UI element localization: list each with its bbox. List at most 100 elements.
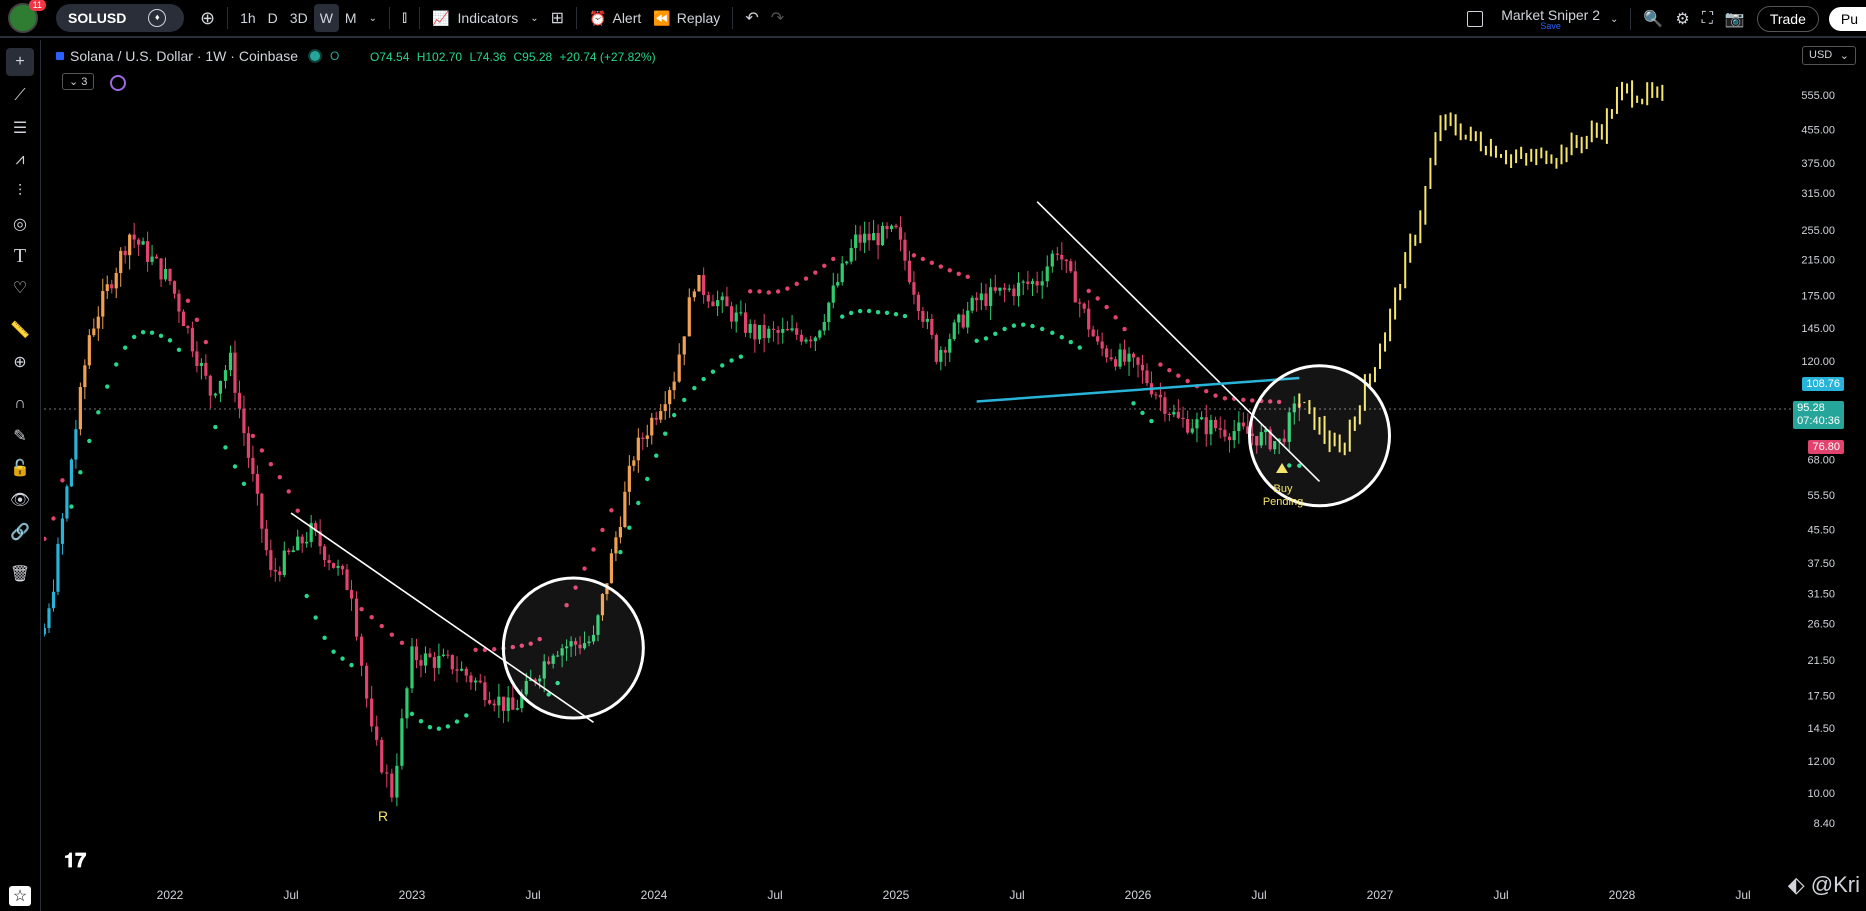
candle-body: [1064, 259, 1068, 262]
candle-body: [697, 275, 701, 292]
prediction-icon[interactable]: ⫶: [8, 180, 32, 204]
trend-dot: [600, 527, 605, 533]
trend-dot: [286, 489, 291, 494]
candle-body: [813, 337, 817, 342]
x-tick-label: Jul: [1735, 888, 1750, 902]
pattern-icon[interactable]: ⩘: [8, 148, 32, 172]
trend-dot: [775, 289, 781, 294]
trend-dot: [1176, 373, 1181, 378]
snapshot-icon[interactable]: 📷: [1719, 5, 1751, 33]
account-avatar[interactable]: 11: [8, 0, 46, 33]
indicators-button[interactable]: 📈 Indicators: [426, 4, 524, 32]
layout-checkbox-icon[interactable]: [1461, 5, 1489, 33]
candle-body: [979, 293, 983, 301]
candle-body: [359, 636, 364, 666]
candle-body: [1105, 348, 1109, 358]
timeframe-w[interactable]: W: [313, 4, 339, 32]
trend-dot: [609, 508, 614, 513]
candle-body: [105, 284, 109, 292]
candle-body: [1040, 281, 1044, 286]
candle-body: [145, 241, 150, 262]
publish-button[interactable]: Pu: [1828, 7, 1866, 31]
candle-body: [273, 569, 277, 572]
timeframe-1h[interactable]: 1h: [234, 4, 262, 32]
candle-body: [60, 518, 65, 544]
trend-dot: [1204, 388, 1209, 394]
symbol-favorite-icon[interactable]: ♦: [148, 9, 167, 27]
candle-body: [159, 258, 163, 280]
tradingview-logo[interactable]: 𝟏𝟕: [64, 850, 86, 873]
candle-body: [809, 339, 813, 342]
layout-dropdown-icon[interactable]: ⌄: [1604, 5, 1624, 33]
trend-dot: [1095, 296, 1100, 301]
candle-body: [405, 688, 409, 719]
trend-dot: [591, 547, 596, 552]
trend-dot: [1131, 401, 1136, 406]
candle-body: [208, 375, 212, 396]
trend-dot: [409, 711, 415, 717]
text-icon[interactable]: T: [8, 244, 32, 268]
lock-icon[interactable]: 🔓: [8, 456, 32, 480]
candle-body: [168, 269, 172, 282]
heart-icon[interactable]: ♡: [8, 276, 32, 300]
y-tick-label: 315.00: [1801, 188, 1835, 200]
candle-body: [618, 527, 622, 538]
crosshair-icon[interactable]: +: [6, 48, 34, 76]
alert-button[interactable]: ⏰ Alert: [583, 4, 647, 32]
link-icon[interactable]: 🔗: [8, 520, 32, 544]
candle-body: [706, 295, 710, 302]
chart-type-icon[interactable]: ⫾: [396, 4, 413, 32]
candle-body: [966, 310, 970, 328]
candle-body: [1232, 431, 1236, 441]
candle-body: [1204, 417, 1208, 435]
brush-icon[interactable]: ◎: [8, 212, 32, 236]
candle-body: [1127, 353, 1131, 362]
candle-body: [1082, 303, 1086, 309]
templates-icon[interactable]: ⊞: [545, 4, 570, 32]
candle-body: [395, 765, 399, 798]
settings-icon[interactable]: ⚙: [1669, 5, 1695, 33]
trend-dot: [1040, 326, 1045, 332]
zoom-in-icon[interactable]: ⊕: [8, 350, 32, 374]
trend-dot: [44, 536, 47, 542]
candle-body: [96, 316, 100, 329]
timeframe-3d[interactable]: 3D: [284, 4, 314, 32]
x-tick-label: 2027: [1367, 888, 1394, 902]
candle-body: [659, 410, 663, 420]
y-tick-label: 26.50: [1807, 618, 1835, 630]
candle-body: [785, 328, 790, 331]
price-chart[interactable]: 555.00 455.00 375.00 315.00 255.00 215.00 175.…: [44, 40, 1866, 911]
trade-button[interactable]: Trade: [1756, 6, 1819, 32]
replay-button[interactable]: ⏪ Replay: [647, 4, 726, 32]
candle-body: [822, 321, 826, 331]
trash-icon[interactable]: 🗑: [8, 562, 32, 586]
undo-icon[interactable]: ↶: [739, 4, 764, 32]
timeframe-m[interactable]: M: [339, 4, 363, 32]
redo-icon[interactable]: ↷: [765, 4, 790, 32]
ruler-icon[interactable]: 📏: [8, 318, 32, 342]
candle-body: [1190, 428, 1194, 433]
candle-body: [827, 302, 831, 322]
trend-dot: [203, 339, 209, 345]
timeframe-dropdown-icon[interactable]: ⌄: [363, 4, 383, 32]
trend-line-icon[interactable]: ⟋: [8, 84, 32, 108]
candle-body: [925, 318, 929, 322]
timeframe-d[interactable]: D: [262, 4, 284, 32]
compare-add-button[interactable]: ⊕: [194, 4, 221, 32]
indicators-dropdown-icon[interactable]: ⌄: [524, 4, 544, 32]
draw-mode-icon[interactable]: ✎: [8, 424, 32, 448]
layout-name-block[interactable]: Market Sniper 2 Save: [1501, 8, 1600, 31]
quick-search-icon[interactable]: 🔍: [1637, 5, 1669, 33]
fib-retracement-icon[interactable]: ☰: [8, 116, 32, 140]
alert-label: Alert: [612, 10, 642, 26]
favorite-star-icon[interactable]: ☆: [9, 886, 31, 906]
trend-dot: [747, 289, 753, 294]
candle-body: [511, 697, 515, 710]
candle-body: [952, 322, 956, 340]
fullscreen-icon[interactable]: ⛶: [1696, 5, 1719, 33]
magnet-icon[interactable]: ∩: [8, 392, 32, 416]
eye-icon[interactable]: 👁: [8, 488, 32, 512]
candle-body: [1087, 308, 1091, 330]
symbol-search[interactable]: SOLUSD ♦: [56, 4, 184, 32]
candle-body: [345, 569, 349, 590]
